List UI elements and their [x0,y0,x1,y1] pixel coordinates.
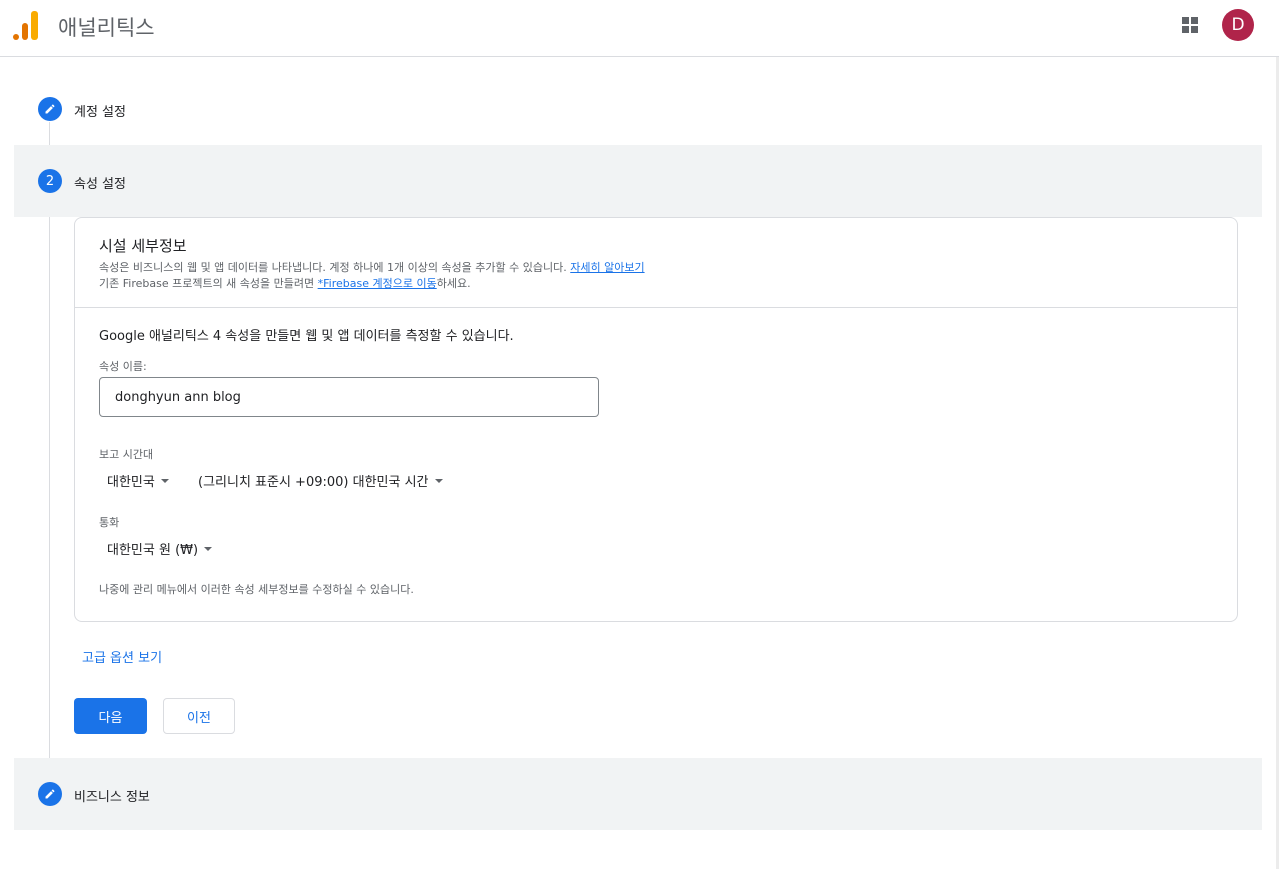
property-details-card: 시설 세부정보 속성은 비즈니스의 웹 및 앱 데이터를 나타냅니다. 계정 하… [74,217,1238,622]
step-3-header [14,758,1262,830]
account-avatar[interactable]: D [1222,9,1254,41]
firebase-account-link[interactable]: *Firebase 계정으로 이동 [318,277,437,290]
step-1-edit-icon[interactable] [38,97,62,121]
card-description-2-post: 하세요. [436,277,471,290]
apps-grid-icon[interactable] [1182,17,1198,33]
card-divider [75,307,1237,308]
edit-later-note: 나중에 관리 메뉴에서 이러한 속성 세부정보를 수정하실 수 있습니다. [99,583,414,596]
card-description-1-text: 속성은 비즈니스의 웹 및 앱 데이터를 나타냅니다. 계정 하나에 1개 이상… [99,261,567,274]
property-name-input[interactable] [99,377,599,417]
timezone-country-value: 대한민국 [107,475,155,490]
currency-dropdown[interactable]: 대한민국 원 (₩) [107,539,213,558]
learn-more-link[interactable]: 자세히 알아보기 [570,261,644,274]
step-3-label[interactable]: 비즈니스 정보 [74,786,150,805]
app-title: 애널리틱스 [58,16,155,40]
card-lead-text: Google 애널리틱스 4 속성을 만들면 웹 및 앱 데이터를 측정할 수 … [99,329,514,344]
step-1-label[interactable]: 계정 설정 [74,101,126,120]
currency-label: 통화 [99,516,120,529]
dropdown-arrow-icon [160,478,169,483]
property-name-label: 속성 이름: [99,360,147,373]
top-app-bar: 애널리틱스 D [0,0,1279,57]
analytics-logo-icon[interactable] [12,10,40,40]
timezone-dropdown[interactable]: (그리니치 표준시 +09:00) 대한민국 시간 [198,471,443,490]
previous-button[interactable]: 이전 [163,698,235,734]
step-2-label: 속성 설정 [74,177,126,192]
timezone-value: (그리니치 표준시 +09:00) 대한민국 시간 [198,475,429,490]
dropdown-arrow-icon [434,478,443,483]
timezone-country-dropdown[interactable]: 대한민국 [107,471,169,490]
stepper-connector [49,200,50,776]
dropdown-arrow-icon [204,546,213,551]
card-description-2: 기존 Firebase 프로젝트의 새 속성을 만들려면 *Firebase 계… [99,275,471,291]
next-button[interactable]: 다음 [74,698,147,734]
card-title: 시설 세부정보 [99,237,187,255]
advanced-options-link[interactable]: 고급 옵션 보기 [82,647,162,666]
step-3-edit-icon[interactable] [38,782,62,806]
timezone-label: 보고 시간대 [99,448,154,461]
card-description-2-pre: 기존 Firebase 프로젝트의 새 속성을 만들려면 [99,277,315,290]
currency-value: 대한민국 원 (₩) [107,543,199,558]
card-description-1: 속성은 비즈니스의 웹 및 앱 데이터를 나타냅니다. 계정 하나에 1개 이상… [99,259,645,275]
step-2-header [14,145,1262,217]
step-2-number: 2 [38,169,62,193]
